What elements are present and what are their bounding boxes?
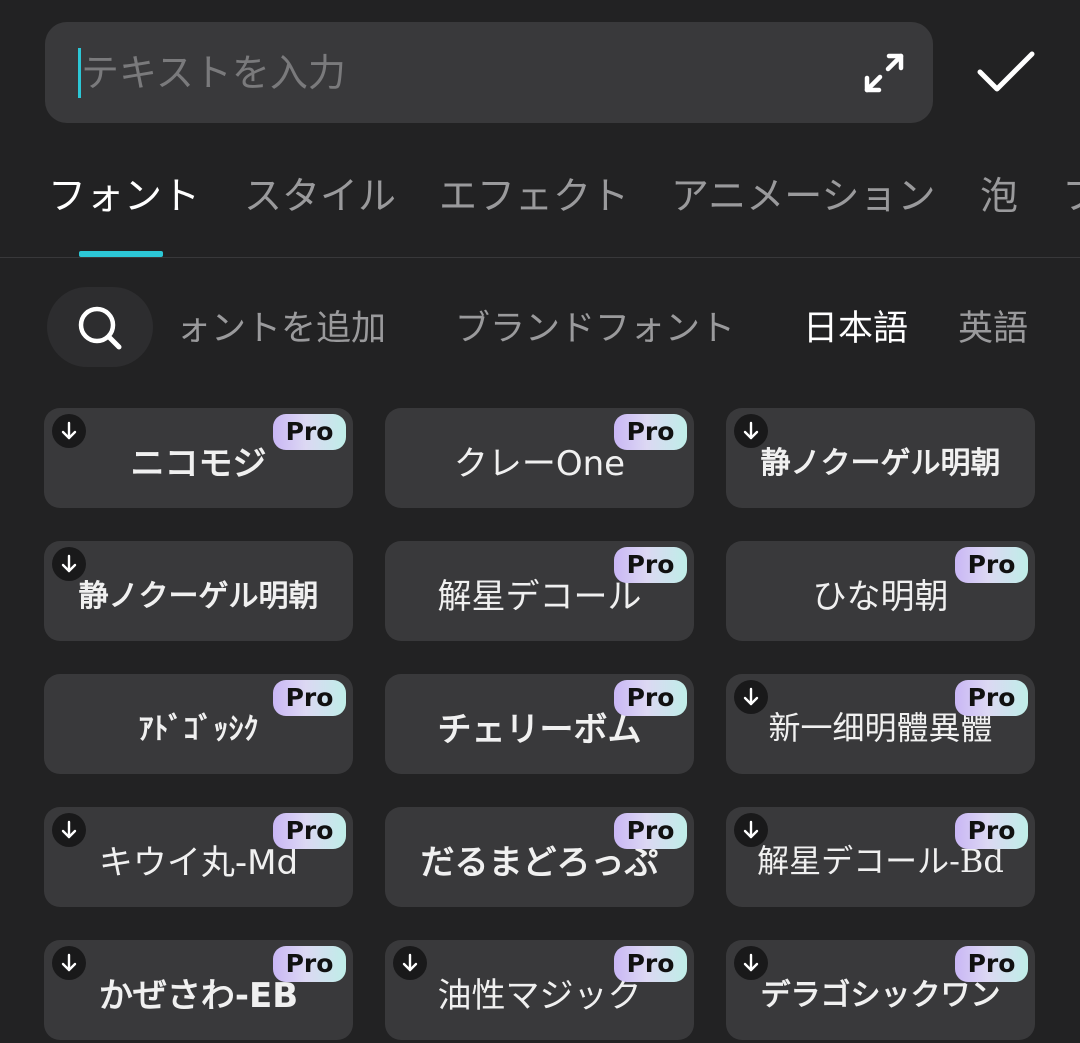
pro-badge: Pro xyxy=(614,813,687,849)
filter-brand-font[interactable]: ブランドフォント xyxy=(455,300,735,351)
font-card[interactable]: 解星デコール-Bd Pro xyxy=(726,807,1035,907)
tab-bubble[interactable]: 泡 xyxy=(980,165,1018,220)
pro-badge: Pro xyxy=(273,813,346,849)
pro-badge: Pro xyxy=(955,680,1028,716)
tab-font[interactable]: フォント xyxy=(48,165,200,220)
font-card[interactable]: ｱﾄﾞｺﾞｯｼｸ Pro xyxy=(44,674,353,774)
download-icon xyxy=(734,680,768,714)
download-icon xyxy=(52,547,86,581)
download-icon xyxy=(52,414,86,448)
text-input[interactable] xyxy=(81,22,841,123)
font-card[interactable]: 油性マジック Pro xyxy=(385,940,694,1040)
font-card[interactable]: クレーOne Pro xyxy=(385,408,694,508)
pro-badge: Pro xyxy=(273,680,346,716)
pro-badge: Pro xyxy=(955,813,1028,849)
font-name: 静ノクーゲル明朝 xyxy=(78,579,319,614)
filter-english[interactable]: 英語 xyxy=(958,300,1028,351)
font-card[interactable]: 解星デコール Pro xyxy=(385,541,694,641)
pro-badge: Pro xyxy=(955,547,1028,583)
pro-badge: Pro xyxy=(955,946,1028,982)
tab-more[interactable]: フ xyxy=(1062,165,1080,220)
tab-style[interactable]: スタイル xyxy=(244,165,396,220)
text-input-bar xyxy=(45,22,933,123)
font-card[interactable]: 静ノクーゲル明朝 xyxy=(44,541,353,641)
font-card[interactable]: ニコモジ Pro xyxy=(44,408,353,508)
pro-badge: Pro xyxy=(614,680,687,716)
pro-badge: Pro xyxy=(614,547,687,583)
font-card[interactable]: キウイ丸-Md Pro xyxy=(44,807,353,907)
font-card[interactable]: デラゴシックワン Pro xyxy=(726,940,1035,1040)
checkmark-icon[interactable] xyxy=(975,48,1037,98)
pro-badge: Pro xyxy=(614,414,687,450)
filter-japanese[interactable]: 日本語 xyxy=(803,300,908,351)
font-card[interactable]: 新一细明體異體 Pro xyxy=(726,674,1035,774)
font-card[interactable]: かぜさわ-EB Pro xyxy=(44,940,353,1040)
pro-badge: Pro xyxy=(614,946,687,982)
expand-arrows-icon[interactable] xyxy=(863,52,905,94)
download-icon xyxy=(393,946,427,980)
download-icon xyxy=(734,414,768,448)
tab-effect[interactable]: エフェクト xyxy=(439,165,629,220)
pro-badge: Pro xyxy=(273,946,346,982)
font-card[interactable]: だるまどろっぷ Pro xyxy=(385,807,694,907)
font-search-button[interactable] xyxy=(47,287,153,367)
font-name: 静ノクーゲル明朝 xyxy=(760,446,1001,481)
font-filter-row: ォントを追加 ブランドフォント 日本語 英語 xyxy=(0,280,1080,372)
download-icon xyxy=(734,946,768,980)
tab-bar: フォント スタイル エフェクト アニメーション 泡 フ xyxy=(0,160,1080,258)
download-icon xyxy=(52,813,86,847)
font-card[interactable]: チェリーボム Pro xyxy=(385,674,694,774)
search-icon xyxy=(78,306,122,350)
pro-badge: Pro xyxy=(273,414,346,450)
download-icon xyxy=(734,813,768,847)
font-card[interactable]: 静ノクーゲル明朝 xyxy=(726,408,1035,508)
tab-animation[interactable]: アニメーション xyxy=(671,165,935,220)
filter-add-font[interactable]: ォントを追加 xyxy=(176,300,386,351)
tab-divider xyxy=(0,257,1080,258)
download-icon xyxy=(52,946,86,980)
font-card[interactable]: ひな明朝 Pro xyxy=(726,541,1035,641)
